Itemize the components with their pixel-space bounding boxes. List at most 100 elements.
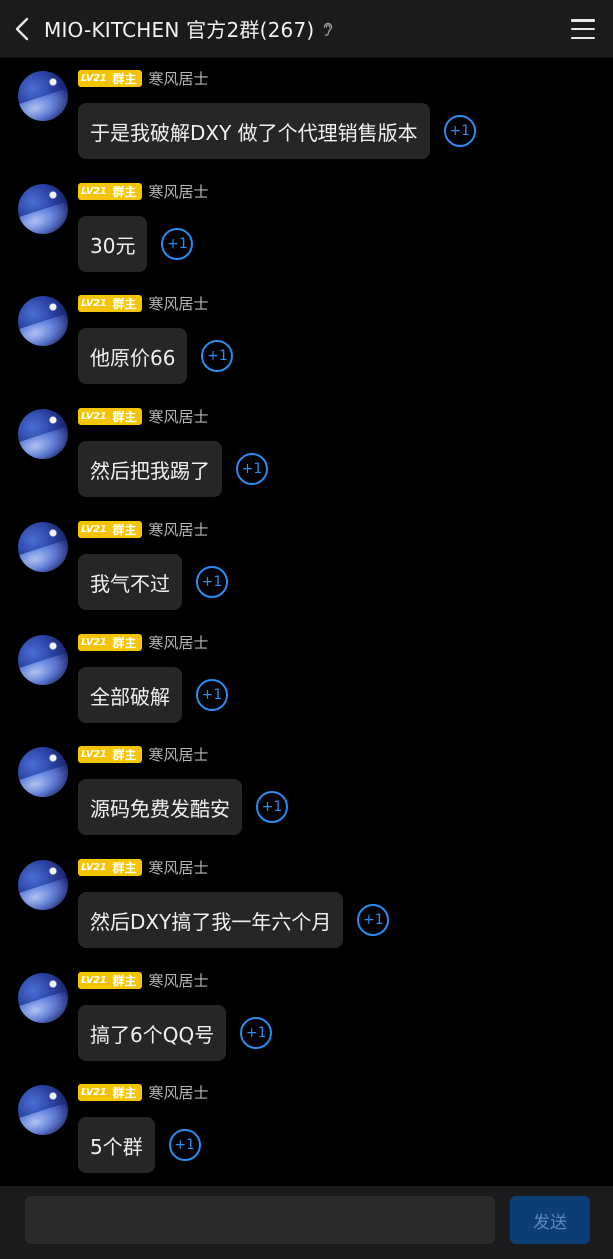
role-label: 群主 <box>112 973 137 988</box>
message-bubble[interactable]: 于是我破解DXY 做了个代理销售版本 <box>78 103 430 159</box>
bubble-row: 搞了6个QQ号 +1 <box>78 1005 273 1061</box>
message-bubble[interactable]: 然后把我踢了 <box>78 441 222 497</box>
member-badge: LV21 群主 <box>78 745 143 763</box>
message-bubble[interactable]: 然后DXY搞了我一年六个月 <box>78 892 344 948</box>
role-label: 群主 <box>112 635 137 650</box>
plus-one-button[interactable]: +1 <box>196 566 228 598</box>
plus-one-button[interactable]: +1 <box>256 791 288 823</box>
sender-name[interactable]: 寒风居士 <box>148 293 208 314</box>
bubble-row: 5个群 +1 <box>78 1117 201 1173</box>
sender-name[interactable]: 寒风居士 <box>148 519 208 540</box>
level-label: LV21 <box>81 523 107 535</box>
message-meta: LV21 群主 寒风居士 <box>78 519 208 540</box>
plus-one-button[interactable]: +1 <box>168 1129 201 1161</box>
avatar[interactable] <box>18 1085 68 1135</box>
message-item: LV21 群主 寒风居士然后DXY搞了我一年六个月 +1 <box>0 847 613 959</box>
plus-one-button[interactable]: +1 <box>161 228 194 260</box>
chat-window: MIO-KITCHEN 官方2群(267) LV21 群主 寒风居士 于是我破解DXY… <box>0 0 613 1259</box>
level-label: LV21 <box>81 1086 107 1098</box>
member-badge: LV21 群主 <box>78 182 143 200</box>
plus-one-button[interactable]: +1 <box>196 679 228 711</box>
avatar[interactable] <box>18 635 68 685</box>
level-label: LV21 <box>81 297 107 309</box>
message-bubble[interactable]: 他原价66 <box>78 328 188 384</box>
message-item: LV21 群主 寒风居士 30元 +1 <box>0 171 613 283</box>
member-badge: LV21 群主 <box>78 633 143 651</box>
level-label: LV21 <box>81 974 107 986</box>
avatar[interactable] <box>18 409 68 459</box>
avatar[interactable] <box>18 522 68 572</box>
bubble-row: 源码免费发酷安 +1 <box>78 779 288 835</box>
avatar[interactable] <box>18 71 68 121</box>
send-button[interactable]: 发送 <box>510 1196 590 1244</box>
message-list[interactable]: LV21 群主 寒风居士 于是我破解DXY 做了个代理销售版本 +1 LV21 群主 寒风居士… <box>0 58 613 1186</box>
member-badge: LV21 群主 <box>78 971 143 989</box>
sender-name[interactable]: 寒风居士 <box>148 744 208 765</box>
message-item: LV21 群主 寒风居士他原价66 +1 <box>0 283 613 395</box>
bubble-row: 然后DXY搞了我一年六个月 +1 <box>78 892 390 948</box>
bubble-row: 我气不过 +1 <box>78 554 228 610</box>
bubble-row: 30元 +1 <box>78 216 194 272</box>
level-label: LV21 <box>81 72 107 84</box>
level-label: LV21 <box>81 410 107 422</box>
avatar[interactable] <box>18 296 68 346</box>
message-item: LV21 群主 寒风居士 5个群 +1 <box>0 1072 613 1184</box>
member-badge: LV21 群主 <box>78 294 143 312</box>
sender-name[interactable]: 寒风居士 <box>148 406 208 427</box>
sender-name[interactable]: 寒风居士 <box>148 857 208 878</box>
back-button[interactable] <box>0 0 44 58</box>
role-label: 群主 <box>112 409 137 424</box>
message-bubble[interactable]: 30元 <box>78 216 148 272</box>
message-item: LV21 群主 寒风居士我气不过 +1 <box>0 509 613 621</box>
plus-one-button[interactable]: +1 <box>201 340 234 372</box>
sender-name[interactable]: 寒风居士 <box>148 632 208 653</box>
level-label: LV21 <box>81 748 107 760</box>
member-badge: LV21 群主 <box>78 858 143 876</box>
level-label: LV21 <box>81 185 107 197</box>
message-meta: LV21 群主 寒风居士 <box>78 293 208 314</box>
message-item: LV21 群主 寒风居士全部破解 +1 <box>0 622 613 734</box>
plus-one-button[interactable]: +1 <box>443 115 476 147</box>
member-badge: LV21 群主 <box>78 69 143 87</box>
bubble-row: 然后把我踢了 +1 <box>78 441 268 497</box>
sender-name[interactable]: 寒风居士 <box>148 68 208 89</box>
role-label: 群主 <box>112 1085 137 1100</box>
avatar[interactable] <box>18 184 68 234</box>
message-bubble[interactable]: 5个群 <box>78 1117 155 1173</box>
sender-name[interactable]: 寒风居士 <box>148 970 208 991</box>
bubble-row: 全部破解 +1 <box>78 667 228 723</box>
message-meta: LV21 群主 寒风居士 <box>78 181 208 202</box>
avatar[interactable] <box>18 747 68 797</box>
message-item: LV21 群主 寒风居士搞了6个QQ号 +1 <box>0 960 613 1072</box>
chat-header: MIO-KITCHEN 官方2群(267) <box>0 0 613 58</box>
plus-one-button[interactable]: +1 <box>240 1017 273 1049</box>
message-bubble[interactable]: 搞了6个QQ号 <box>78 1005 227 1061</box>
menu-icon[interactable] <box>571 17 595 41</box>
member-badge: LV21 群主 <box>78 407 143 425</box>
message-item: LV21 群主 寒风居士源码免费发酷安 +1 <box>0 734 613 846</box>
message-meta: LV21 群主 寒风居士 <box>78 632 208 653</box>
message-meta: LV21 群主 寒风居士 <box>78 744 208 765</box>
role-label: 群主 <box>112 522 137 537</box>
message-meta: LV21 群主 寒风居士 <box>78 857 208 878</box>
message-meta: LV21 群主 寒风居士 <box>78 1082 208 1103</box>
plus-one-button[interactable]: +1 <box>236 453 268 485</box>
member-badge: LV21 群主 <box>78 1083 143 1101</box>
message-meta: LV21 群主 寒风居士 <box>78 970 208 991</box>
level-label: LV21 <box>81 861 107 873</box>
message-item: LV21 群主 寒风居士于是我破解DXY 做了个代理销售版本 +1 <box>0 58 613 170</box>
message-bubble[interactable]: 我气不过 <box>78 554 182 610</box>
message-bubble[interactable]: 源码免费发酷安 <box>78 779 242 835</box>
avatar[interactable] <box>18 860 68 910</box>
sender-name[interactable]: 寒风居士 <box>148 1082 208 1103</box>
avatar[interactable] <box>18 973 68 1023</box>
message-meta: LV21 群主 寒风居士 <box>78 68 208 89</box>
message-bubble[interactable]: 全部破解 <box>78 667 182 723</box>
role-label: 群主 <box>112 296 137 311</box>
role-label: 群主 <box>112 747 137 762</box>
message-input[interactable] <box>25 1196 495 1244</box>
message-item: LV21 群主 寒风居士然后把我踢了 +1 <box>0 396 613 508</box>
sender-name[interactable]: 寒风居士 <box>148 181 208 202</box>
plus-one-button[interactable]: +1 <box>357 904 390 936</box>
role-label: 群主 <box>112 71 137 86</box>
